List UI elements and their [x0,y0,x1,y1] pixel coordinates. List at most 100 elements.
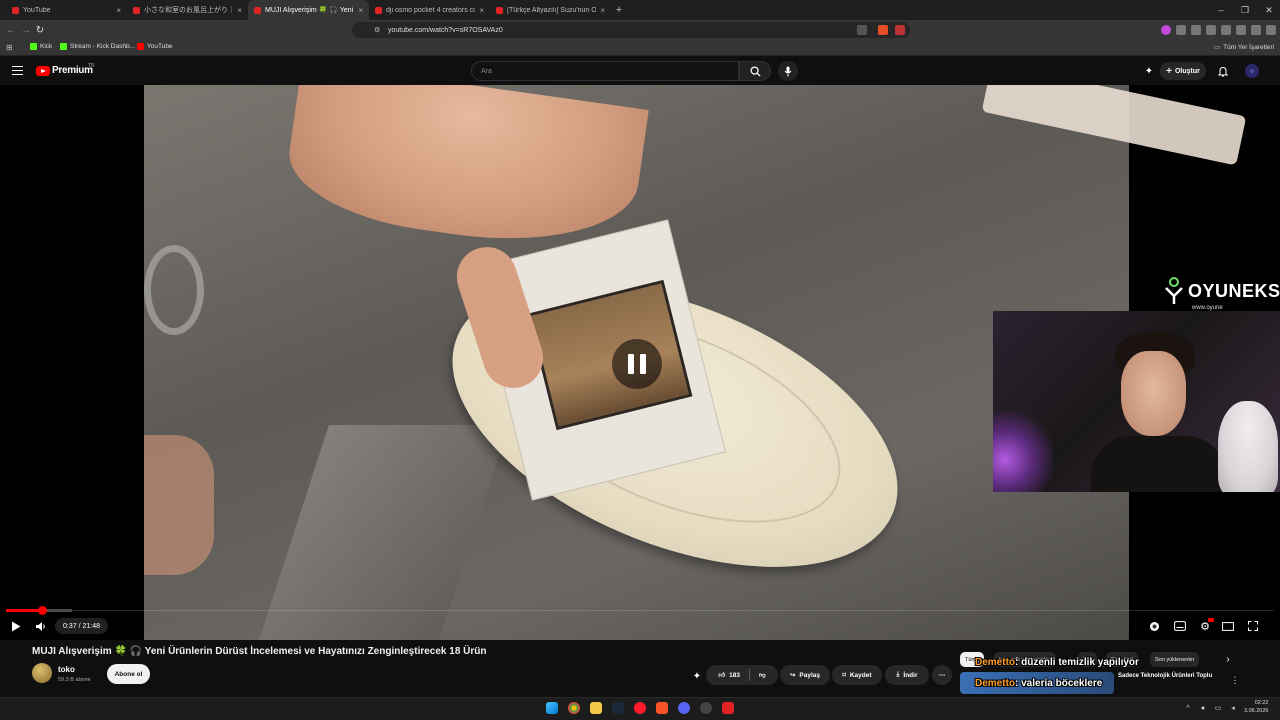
steam-icon[interactable] [612,702,624,714]
apps-icon[interactable]: ⊞ [6,43,13,52]
extension-icon[interactable] [1176,25,1186,35]
fullscreen-icon[interactable] [1246,619,1260,633]
youtube-icon [137,43,144,50]
play-icon[interactable] [9,619,23,633]
more-vertical-icon[interactable]: ⋮ [1229,674,1241,686]
logo-text[interactable]: Premium [52,65,93,76]
share-button[interactable]: ↪ Paylaş [780,665,830,685]
reload-icon[interactable]: ↻ [33,23,47,37]
close-window-button[interactable]: ✕ [1258,0,1280,20]
subscribe-button[interactable]: Abone ol [107,664,150,684]
browser-tab[interactable]: YouTube × [6,0,127,20]
forward-arrow-icon[interactable]: → [19,23,33,37]
sparkle-icon[interactable]: ✦ [690,669,704,683]
like-dislike-group: 👍︎ 183 👎︎ [706,665,778,685]
scene-metal [259,425,509,640]
back-arrow-icon[interactable]: ← [4,23,18,37]
chat-username: Demetto [975,678,1016,689]
volume-icon[interactable] [34,619,48,633]
brave-icon[interactable] [656,702,668,714]
maximize-button[interactable]: ❐ [1234,0,1256,20]
browser-tab[interactable]: 小さな和室のお風呂上がり｜脱衣所が…× [127,0,248,20]
address-bar[interactable]: ⚙ youtube.com/watch?v=sR7OSAVAz0 [352,22,910,38]
site-info-icon[interactable]: ⚙ [374,26,380,34]
brave-rewards-icon[interactable] [895,25,905,35]
close-icon[interactable]: × [358,6,363,15]
obs-icon[interactable] [700,702,712,714]
stream-brand-logo: OYUNEKS [1163,276,1280,306]
media-icon[interactable] [722,702,734,714]
sidebar-icon[interactable] [1206,25,1216,35]
chevron-right-icon[interactable]: › [1222,653,1234,665]
youtube-logo-icon[interactable] [36,66,50,76]
channel-avatar[interactable] [32,663,52,683]
close-icon[interactable]: × [116,6,121,15]
close-icon[interactable]: × [479,6,484,15]
chevron-up-icon[interactable]: ^ [1183,703,1193,713]
progress-track[interactable] [72,610,1274,611]
wallet-icon[interactable] [1221,25,1231,35]
save-button[interactable]: ⌑ Kaydet [832,665,882,685]
save-label: Kaydet [849,671,872,679]
minimize-button[interactable]: – [1210,0,1232,20]
clock-date: 3.06.2026 [1244,708,1269,714]
create-button[interactable]: + Oluştur [1160,62,1206,80]
bookmark-kick-dashboard[interactable]: Stream - Kick Dashb... [60,43,135,50]
opera-icon[interactable] [634,702,646,714]
avatar[interactable]: ✧ [1245,64,1259,78]
pause-indicator-icon[interactable] [612,339,662,389]
network-icon[interactable]: ▭ [1213,703,1223,713]
tab-label: dji osmo pocket 4 creators combo - [386,6,476,14]
chrome-icon[interactable] [568,702,580,714]
channel-name[interactable]: toko [58,665,75,674]
autoplay-toggle-icon[interactable] [1147,619,1161,633]
menu-icon[interactable] [12,66,23,75]
gear-icon[interactable]: ✦ [1142,64,1156,78]
voice-search-button[interactable] [778,61,798,81]
all-bookmarks[interactable]: ▭ Tüm Yer İşaretleri [1214,43,1275,52]
bookmark-kick[interactable]: Kick [30,43,52,50]
thumbs-down-icon[interactable]: 👎︎ [759,671,766,679]
search-icon [749,65,761,77]
brave-shield-icon[interactable] [878,25,888,35]
notifications-bell-icon[interactable] [1216,64,1230,78]
download-button[interactable]: ⤓ İndir [885,665,929,685]
filter-chip[interactable]: Son yüklenenler [1150,652,1200,667]
theater-mode-icon[interactable] [1221,619,1235,633]
clock-time: 02:22 [1254,700,1269,706]
new-tab-button[interactable]: + [611,4,627,16]
chat-text: : valeria böceklere [1015,678,1103,689]
file-explorer-icon[interactable] [590,702,602,714]
microphone-icon[interactable]: ● [1198,703,1208,713]
subtitles-icon[interactable] [1173,619,1187,633]
discord-icon[interactable] [678,702,690,714]
speaker-icon[interactable]: ◂ [1228,703,1238,713]
search-button[interactable] [739,61,771,81]
menu-icon[interactable] [1266,25,1276,35]
vpn-icon[interactable] [1251,25,1261,35]
browser-tab[interactable]: dji osmo pocket 4 creators combo -× [369,0,490,20]
related-video-title[interactable]: Sadece Teknolojik Ürünleri Toplu [1118,673,1212,679]
browser-tab-active[interactable]: MUJI Alışverişim 🍀 🎧 Yeni × [248,0,369,20]
search-input[interactable]: Ara [471,61,739,81]
chat-text: : düzenli temizlik yapılıyor [1015,657,1139,668]
cast-icon[interactable] [857,25,867,35]
close-icon[interactable]: × [600,6,605,15]
like-button[interactable]: 👍︎ 183 [718,671,740,680]
extension-icon[interactable] [1161,25,1171,35]
extensions-icon[interactable] [1236,25,1246,35]
scene-scissors [144,245,204,335]
settings-gear-icon[interactable]: ⚙ [1198,618,1214,633]
video-title: MUJI Alışverişim 🍀 🎧 Yeni Ürünlerin Dürü… [32,646,487,657]
music-icon[interactable] [1191,25,1201,35]
hd-badge [1208,618,1214,622]
bookmark-label: Tüm Yer İşaretleri [1223,43,1275,51]
progress-scrubber[interactable] [38,606,47,615]
close-icon[interactable]: × [237,6,242,15]
bookmark-youtube[interactable]: YouTube [137,43,173,50]
windows-start-icon[interactable] [546,702,558,714]
system-clock[interactable]: 02:22 3.06.2026 [1244,699,1268,715]
browser-tab[interactable]: [Türkçe Altyazılı] Suzu'nun Oda Turu× [490,0,611,20]
more-actions-button[interactable]: ⋯ [932,665,952,685]
progress-played[interactable] [6,609,42,612]
